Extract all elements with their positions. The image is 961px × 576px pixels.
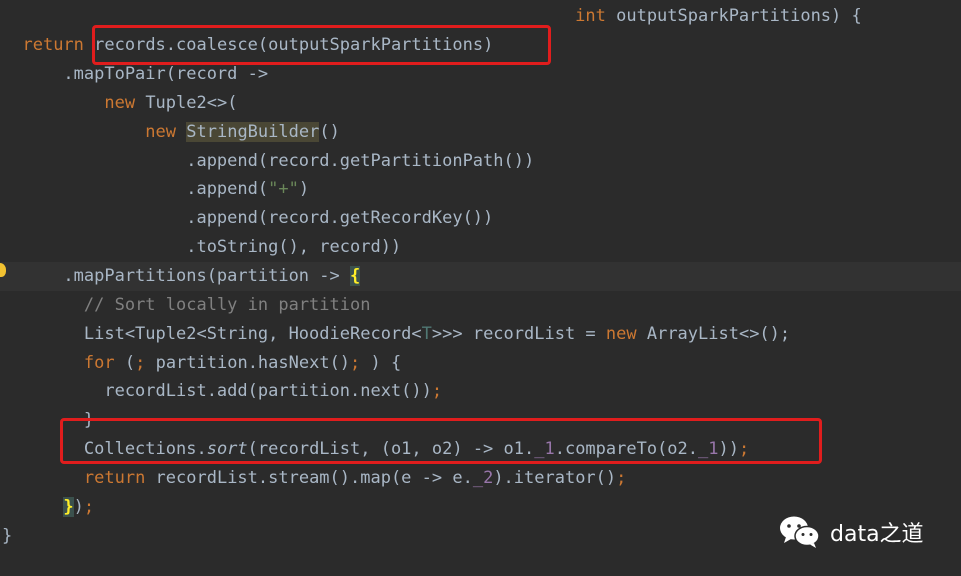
- code-token: sort: [206, 439, 248, 459]
- code-token: recordList.stream().map(e -> e.: [145, 468, 473, 488]
- code-token: .append(record.getRecordKey()): [2, 208, 494, 228]
- code-line[interactable]: new Tuple2<>(: [0, 89, 961, 118]
- code-token: StringBuilder: [186, 122, 320, 142]
- code-token: ).iterator(): [493, 468, 617, 488]
- code-token: .mapToPair(record ->: [2, 64, 269, 84]
- code-line[interactable]: .mapToPair(record ->: [0, 60, 961, 89]
- code-token: ArrayList<>();: [636, 324, 791, 344]
- code-line[interactable]: for (; partition.hasNext(); ) {: [0, 349, 961, 378]
- code-token: .append(: [2, 179, 269, 199]
- code-token: records.coalesce(outputSparkPartitions): [83, 35, 494, 55]
- code-token: ): [73, 497, 84, 517]
- code-token: ) {: [360, 353, 402, 373]
- code-token: ;: [350, 353, 361, 373]
- code-token: >>> recordList =: [431, 324, 606, 344]
- code-line[interactable]: }: [0, 406, 961, 435]
- code-line[interactable]: return recordList.stream().map(e -> e._2…: [0, 464, 961, 493]
- code-line[interactable]: .append(record.getPartitionPath()): [0, 147, 961, 176]
- code-token: _1: [534, 439, 555, 459]
- code-editor[interactable]: int outputSparkPartitions) { return reco…: [0, 0, 961, 576]
- code-token: new: [104, 93, 136, 113]
- code-token: (recordList, (o1, o2) -> o1.: [247, 439, 535, 459]
- code-token: T: [421, 324, 432, 344]
- code-token: // Sort locally in partition: [83, 295, 371, 315]
- code-line[interactable]: return records.coalesce(outputSparkParti…: [0, 31, 961, 60]
- code-token: new: [145, 122, 177, 142]
- code-line[interactable]: int outputSparkPartitions) {: [0, 2, 961, 31]
- code-token: List<Tuple2<String, HoodieRecord<: [2, 324, 422, 344]
- code-line[interactable]: List<Tuple2<String, HoodieRecord<T>>> re…: [0, 320, 961, 349]
- code-line[interactable]: Collections.sort(recordList, (o1, o2) ->…: [0, 435, 961, 464]
- code-line[interactable]: .toString(), record)): [0, 233, 961, 262]
- code-token: Collections.: [2, 439, 207, 459]
- code-line[interactable]: // Sort locally in partition: [0, 291, 961, 320]
- code-token: }: [63, 497, 74, 517]
- code-token: ;: [83, 497, 95, 517]
- code-line[interactable]: new StringBuilder(): [0, 118, 961, 147]
- code-token: return: [22, 35, 84, 55]
- code-token: .compareTo(o2.: [554, 439, 699, 459]
- watermark: data之道: [778, 514, 924, 550]
- code-token: for: [83, 353, 115, 373]
- code-token: {: [350, 266, 361, 286]
- code-token: _2: [472, 468, 494, 488]
- code-token: new: [605, 324, 637, 344]
- code-token: outputSparkPartitions) {: [605, 6, 862, 26]
- code-token: ;: [135, 353, 146, 373]
- code-token: Tuple2<>(: [135, 93, 238, 113]
- code-token: .mapPartitions(partition ->: [2, 266, 350, 286]
- code-token: }: [2, 410, 95, 430]
- code-token: int: [575, 6, 606, 26]
- code-token: ;: [431, 381, 443, 401]
- code-token: ;: [738, 439, 750, 459]
- code-token: )): [718, 439, 739, 459]
- code-token: partition.hasNext(): [145, 353, 351, 373]
- code-token: recordList.add(partition.next()): [2, 381, 432, 401]
- code-token: (): [319, 122, 340, 142]
- code-token: return: [83, 468, 146, 488]
- code-token: _1: [698, 439, 719, 459]
- code-token: (: [114, 353, 136, 373]
- code-token: "+": [268, 179, 299, 199]
- code-token: .toString(), record)): [2, 237, 402, 257]
- code-token: .append(record.getPartitionPath()): [2, 151, 535, 171]
- code-line[interactable]: .append(record.getRecordKey()): [0, 204, 961, 233]
- code-token: ;: [616, 468, 627, 488]
- wechat-icon: [780, 516, 820, 548]
- code-line[interactable]: .append("+"): [0, 175, 961, 204]
- code-line[interactable]: .mapPartitions(partition -> {: [0, 262, 961, 291]
- watermark-text: data之道: [830, 522, 924, 547]
- code-line[interactable]: recordList.add(partition.next());: [0, 377, 961, 406]
- code-token: ): [298, 179, 310, 199]
- code-token: }: [2, 526, 13, 546]
